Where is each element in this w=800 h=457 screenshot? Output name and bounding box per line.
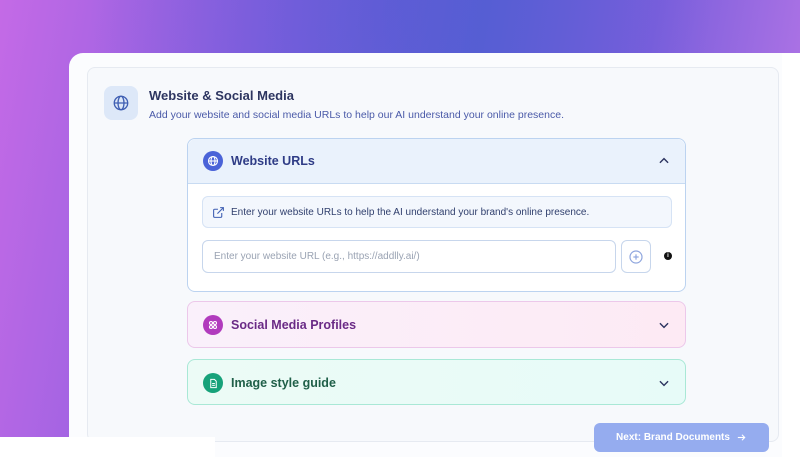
website-info-bar: Enter your website URLs to help the AI u… <box>202 196 672 228</box>
next-button-label: Next: Brand Documents <box>616 432 730 443</box>
accordion-title-website-urls: Website URLs <box>231 154 315 168</box>
accordion-social-media-profiles[interactable]: Social Media Profiles <box>187 301 686 348</box>
globe-icon-badge <box>203 151 223 171</box>
chevron-up-icon[interactable] <box>657 154 671 168</box>
chevron-down-icon[interactable] <box>657 376 671 390</box>
website-info-text: Enter your website URLs to help the AI u… <box>231 207 590 218</box>
share-icon <box>208 320 218 330</box>
info-icon[interactable]: i <box>664 252 672 260</box>
plus-circle-icon <box>629 249 643 264</box>
accordion-website-urls: Website URLs Enter your website URLs to … <box>187 138 686 292</box>
bottom-left-panel <box>0 437 215 457</box>
website-social-section: Website & Social Media Add your website … <box>87 67 779 442</box>
section-subtitle: Add your website and social media URLs t… <box>149 109 564 121</box>
next-brand-documents-button[interactable]: Next: Brand Documents <box>594 423 769 452</box>
accordion-title-social-media: Social Media Profiles <box>231 318 357 332</box>
globe-icon <box>207 155 219 167</box>
arrow-right-icon <box>737 434 746 441</box>
website-url-input[interactable] <box>202 240 616 273</box>
add-url-button[interactable] <box>621 240 651 273</box>
globe-icon <box>113 95 129 111</box>
section-icon-box <box>104 86 138 120</box>
accordion-image-style-guide[interactable]: Image style guide <box>187 359 686 405</box>
accordion-header-website-urls[interactable]: Website URLs <box>188 139 685 184</box>
chevron-down-icon[interactable] <box>657 318 671 332</box>
content-card: Website & Social Media Add your website … <box>69 53 800 457</box>
external-link-icon <box>213 207 224 218</box>
accordion-title-image-style-guide: Image style guide <box>231 376 336 390</box>
share-icon-badge <box>203 315 223 335</box>
section-title: Website & Social Media <box>149 88 294 103</box>
document-icon-badge <box>203 373 223 393</box>
document-icon <box>209 378 217 388</box>
card-edge <box>782 53 800 457</box>
